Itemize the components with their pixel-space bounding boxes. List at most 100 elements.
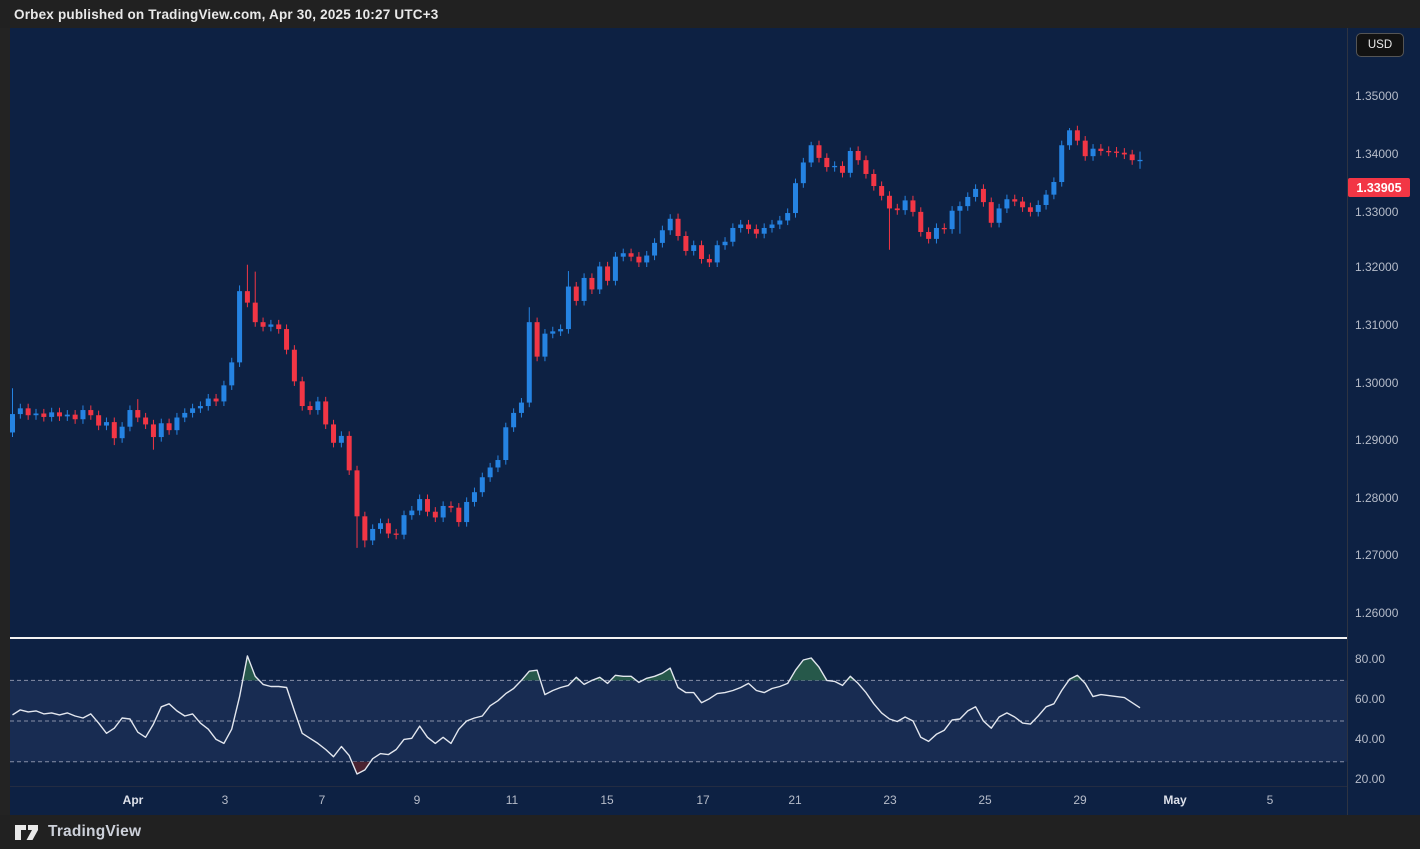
price-axis-label: 1.27000 — [1355, 548, 1398, 562]
candle-body — [879, 186, 884, 196]
candle-body — [229, 362, 234, 385]
rsi-axis-label: 20.00 — [1355, 772, 1385, 786]
candle-body — [691, 245, 696, 251]
price-axis-label: 1.31000 — [1355, 318, 1398, 332]
candle-body — [362, 516, 367, 540]
candle-body — [370, 529, 375, 540]
candle-body — [276, 324, 281, 329]
price-axis-label: 1.33000 — [1355, 205, 1398, 219]
time-label: 11 — [506, 793, 518, 807]
time-label: 23 — [883, 793, 896, 807]
price-axis-label: 1.26000 — [1355, 606, 1398, 620]
candle-body — [621, 253, 626, 256]
candle-body — [973, 189, 978, 197]
candle-body — [1122, 153, 1127, 155]
candle-body — [96, 415, 101, 425]
candle-body — [300, 381, 305, 406]
candle-body — [174, 418, 179, 431]
candle-body — [1020, 202, 1025, 208]
price-axis-label: 1.29000 — [1355, 433, 1398, 447]
candle-body — [182, 413, 187, 418]
price-axis-label: 1.35000 — [1355, 89, 1398, 103]
time-label: Apr — [123, 793, 144, 807]
candle-body — [527, 322, 532, 402]
candle-body — [268, 324, 273, 326]
candle-body — [112, 422, 117, 438]
candle-body — [652, 243, 657, 256]
pane-separator[interactable] — [10, 637, 1347, 639]
candle-body — [707, 259, 712, 262]
time-label: 17 — [696, 793, 709, 807]
candle-body — [221, 385, 226, 401]
candle-body — [676, 219, 681, 236]
candle-body — [910, 200, 915, 211]
candle-body — [785, 213, 790, 220]
chart-area[interactable]: USD 1.33905 1.350001.340001.330001.32000… — [0, 28, 1420, 815]
candle-body — [456, 508, 461, 522]
candle-body — [558, 329, 563, 331]
rsi-axis-label: 80.00 — [1355, 652, 1385, 666]
candle-body — [542, 334, 547, 357]
candle-body — [33, 413, 38, 415]
candle-body — [190, 408, 195, 413]
candle-body — [433, 512, 438, 518]
candle-body — [934, 228, 939, 239]
candle-body — [378, 523, 383, 529]
candle-body — [441, 506, 446, 517]
price-axis-label: 1.28000 — [1355, 491, 1398, 505]
candle-body — [308, 406, 313, 410]
tradingview-brand[interactable]: TradingView — [48, 823, 141, 841]
candle-body — [480, 477, 485, 492]
rsi-axis-label: 40.00 — [1355, 732, 1385, 746]
candle-body — [950, 211, 955, 229]
candle-body — [1130, 154, 1135, 160]
candle-body — [323, 401, 328, 424]
candle-body — [832, 166, 837, 167]
candle-body — [887, 196, 892, 209]
candle-body — [1036, 205, 1041, 212]
candle-body — [1059, 145, 1064, 182]
candle-body — [989, 202, 994, 223]
tradingview-logo-icon[interactable] — [14, 824, 39, 841]
candle-body — [824, 158, 829, 167]
candle-body — [770, 225, 775, 228]
candlestick-chart[interactable] — [10, 28, 1347, 785]
price-axis-label: 1.34000 — [1355, 147, 1398, 161]
candle-body — [339, 436, 344, 443]
candle-body — [394, 534, 399, 535]
candle-body — [214, 399, 219, 402]
candle-body — [448, 506, 453, 508]
publish-info-bar: Orbex published on TradingView.com, Apr … — [0, 0, 1420, 28]
candle-body — [1012, 199, 1017, 201]
price-axis-border — [1347, 28, 1348, 815]
candle-body — [143, 418, 148, 425]
candle-body — [402, 515, 407, 535]
candle-body — [746, 225, 751, 230]
candle-body — [613, 257, 618, 281]
candle-body — [1028, 207, 1033, 212]
footer-bar: TradingView — [0, 815, 1420, 849]
candle-body — [57, 412, 62, 416]
candle-body — [41, 413, 46, 416]
candle-body — [848, 151, 853, 173]
time-label: May — [1163, 793, 1186, 807]
candle-body — [511, 413, 516, 427]
candle-body — [566, 287, 571, 330]
candle-body — [715, 245, 720, 262]
candle-body — [417, 499, 422, 510]
currency-button[interactable]: USD — [1356, 33, 1404, 57]
candle-body — [284, 329, 289, 350]
candle-body — [464, 502, 469, 522]
candle-body — [1004, 199, 1009, 208]
last-price-label: 1.33905 — [1348, 178, 1410, 197]
candle-body — [488, 467, 493, 477]
candle-body — [355, 470, 360, 516]
candle-body — [198, 406, 203, 408]
candle-body — [683, 236, 688, 251]
candle-body — [104, 422, 109, 425]
chart-left-margin — [0, 28, 10, 815]
candle-body — [816, 145, 821, 158]
candle-body — [605, 266, 610, 280]
candle-body — [660, 230, 665, 243]
candle-body — [206, 399, 211, 406]
